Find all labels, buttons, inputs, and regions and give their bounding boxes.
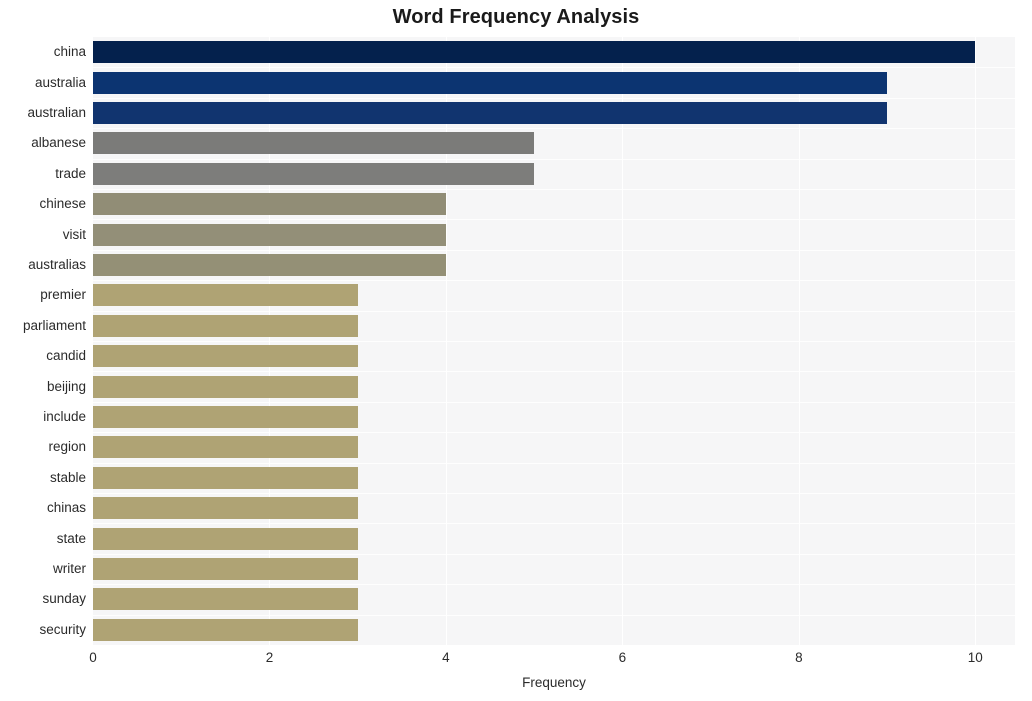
y-tick-label-australia: australia [34, 74, 86, 90]
x-tick-label-4: 4 [442, 650, 450, 665]
x-tick-label-2: 2 [265, 650, 274, 665]
bar-trade [93, 162, 535, 185]
bar-include [93, 406, 358, 428]
y-tick-label-china: china [53, 44, 86, 60]
bar-visit [93, 223, 446, 246]
y-tick-label-writer: writer [53, 561, 86, 576]
x-tick-label-6: 6 [618, 650, 627, 665]
y-tick-label-visit: visit [62, 226, 86, 242]
bar-chinas [93, 497, 358, 520]
y-tick-label-trade: trade [55, 165, 86, 181]
bar-australian [93, 102, 888, 124]
bars-layer [93, 37, 1015, 645]
y-tick-label-chinese: chinese [39, 196, 86, 212]
y-tick-label-sunday: sunday [42, 591, 86, 607]
y-axis-tick-labels: china australia australian albanese trade chi… [0, 37, 86, 645]
y-tick-label-australias: australias [28, 257, 86, 272]
chart-title: Word Frequency Analysis [392, 6, 640, 28]
y-tick-label-chinas: chinas [46, 500, 86, 516]
y-tick-label-region: region [48, 439, 86, 455]
bar-stable [93, 466, 358, 489]
bar-state [93, 527, 358, 550]
chart-figure: Word Frequency Analysis china australia au… [0, 0, 1032, 701]
bar-security [93, 618, 358, 641]
bar-writer [93, 558, 358, 580]
bar-chinese [93, 193, 446, 216]
bar-candid [93, 345, 358, 368]
y-tick-label-security: security [39, 621, 86, 637]
x-axis-tick-labels: 0 2 4 6 8 10 [89, 650, 1015, 672]
y-tick-label-albanese: albanese [31, 135, 86, 151]
y-tick-label-include: include [43, 409, 86, 424]
y-tick-label-premier: premier [40, 287, 86, 303]
bar-premier [93, 284, 358, 307]
x-axis-title: Frequency [522, 675, 586, 690]
bar-china [93, 41, 976, 64]
y-tick-label-beijing: beijing [46, 378, 86, 394]
bar-parliament [93, 314, 358, 337]
y-tick-label-state: state [56, 530, 86, 546]
y-tick-label-stable: stable [49, 469, 86, 485]
x-tick-label-0: 0 [89, 650, 97, 665]
bar-region [93, 436, 358, 459]
y-tick-label-australian: australian [27, 105, 86, 120]
bar-albanese [93, 132, 535, 155]
x-tick-label-8: 8 [795, 650, 803, 665]
y-tick-label-candid: candid [46, 348, 86, 364]
plot-area [93, 37, 1015, 645]
bar-australias [93, 254, 446, 276]
bar-australia [93, 71, 888, 94]
x-tick-label-10: 10 [967, 650, 983, 665]
bar-sunday [93, 588, 358, 611]
y-tick-label-parliament: parliament [22, 317, 86, 333]
bar-beijing [93, 375, 358, 398]
